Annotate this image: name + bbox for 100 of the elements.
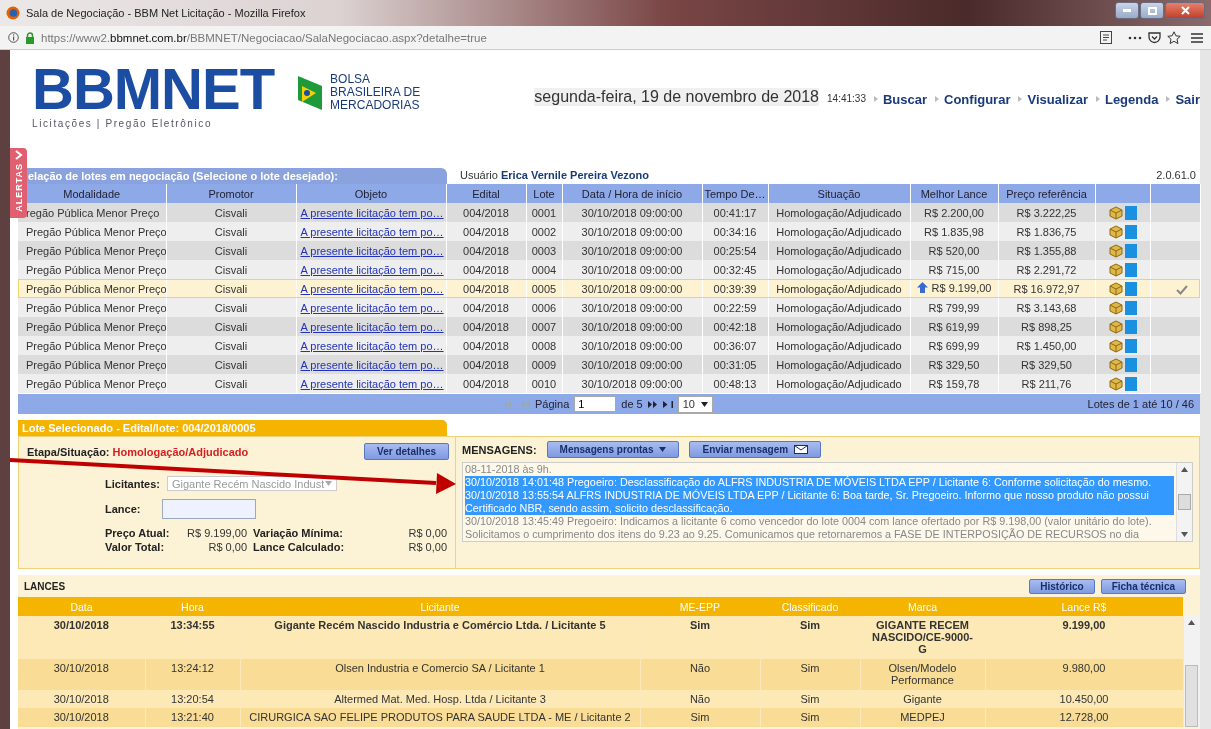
table-cell: 12.728,00	[985, 708, 1183, 727]
cube-icon[interactable]	[1108, 243, 1123, 258]
object-link[interactable]: A presente licitação tem po…	[300, 377, 444, 390]
pocket-icon[interactable]	[1148, 31, 1161, 44]
table-cell: Sim	[760, 708, 860, 727]
scroll-thumb[interactable]	[1185, 665, 1199, 727]
menu-icon[interactable]	[1191, 32, 1203, 43]
object-link[interactable]: A presente licitação tem po…	[300, 301, 444, 314]
user-text: Usuário Erica Vernile Pereira Vezono	[460, 168, 649, 181]
info-icon[interactable]	[8, 32, 19, 43]
cube-icon[interactable]	[1108, 338, 1123, 353]
column-header: Data	[18, 597, 145, 616]
cube-icon[interactable]	[1108, 357, 1123, 372]
table-cell: CIRURGICA SAO FELIPE PRODUTOS PARA SAUDE LTDA - ME / Licitante 2	[240, 708, 640, 727]
tagline: Licitações | Pregão Eletrônico	[32, 118, 214, 129]
column-header: Hora	[145, 597, 240, 616]
object-link[interactable]: A presente licitação tem po…	[300, 263, 444, 276]
messages-label: MENSAGENS:	[462, 443, 537, 456]
next-page-icon[interactable]	[647, 400, 658, 408]
table-cell: Olsen Industria e Comercio SA / Licitante 1	[240, 659, 640, 690]
nav-link[interactable]: Sair	[1166, 91, 1200, 107]
field-value: R$ 0,00	[407, 527, 448, 539]
page-field[interactable]: 1	[574, 396, 617, 412]
square-icon[interactable]	[1124, 281, 1137, 296]
table-cell: 9.980,00	[985, 659, 1183, 690]
column-header: Situação	[768, 184, 910, 203]
chevron-icon	[14, 150, 23, 160]
toolbar-button[interactable]: Ficha técnica	[1100, 578, 1186, 594]
maximize-icon	[1147, 6, 1157, 15]
object-link[interactable]: A presente licitação tem po…	[300, 244, 444, 257]
minimize-button[interactable]	[1115, 2, 1139, 19]
field-label: Variação Mínima:	[252, 527, 344, 539]
column-header: Objeto	[296, 184, 446, 203]
field-label: Licitantes:	[105, 477, 161, 490]
nav-link[interactable]: Configurar	[935, 91, 1011, 107]
page-label: Página	[535, 398, 570, 410]
field-value: R$ 0,00	[207, 541, 248, 553]
scroll-down-icon[interactable]	[1181, 532, 1188, 537]
cube-icon[interactable]	[1108, 224, 1123, 239]
details-button[interactable]: Ver detalhes	[364, 443, 449, 460]
square-icon[interactable]	[1124, 262, 1137, 277]
cube-icon[interactable]	[1108, 300, 1123, 315]
table-cell: R$ 619,99	[928, 320, 980, 333]
column-header: Edital	[446, 184, 526, 203]
toolbar-button[interactable]: Histórico	[1029, 578, 1095, 594]
close-icon	[1180, 6, 1190, 15]
scroll-up-icon[interactable]	[1188, 620, 1196, 625]
square-icon[interactable]	[1124, 357, 1137, 372]
square-icon[interactable]	[1124, 376, 1137, 391]
page-size-select[interactable]: 10	[677, 395, 713, 413]
envelope-icon	[794, 445, 809, 454]
bid-field[interactable]	[162, 499, 256, 519]
column-header: ME-EPP	[640, 597, 760, 616]
cube-icon[interactable]	[1108, 376, 1123, 391]
nav-link[interactable]: Visualizar	[1018, 91, 1088, 107]
close-button[interactable]	[1165, 2, 1205, 19]
square-icon[interactable]	[1124, 300, 1137, 315]
table-cell: 30/10/2018 09:00:00	[562, 374, 702, 393]
more-icon[interactable]	[1128, 35, 1142, 40]
send-message-button[interactable]: Enviar mensagem	[689, 441, 822, 458]
scroll-up-icon[interactable]	[1181, 467, 1188, 472]
square-icon[interactable]	[1124, 205, 1137, 220]
object-link[interactable]: A presente licitação tem po…	[300, 206, 444, 219]
message-text: 08-11-2018 às 9h.	[465, 463, 553, 476]
nav-link[interactable]: Legenda	[1095, 91, 1159, 107]
partner-name-line: BOLSA	[330, 72, 372, 86]
reader-icon[interactable]	[1100, 31, 1112, 44]
table-cell: 004/2018	[446, 374, 526, 393]
message-text: 30/10/2018 14:01:48 Pregoeiro: Desclassificação do ALFRS INDUSTRIA DE MÓVEIS LTDA EPP / Licitante 6: Conforme solicitação do mesmo.	[465, 476, 1174, 489]
object-link[interactable]: A presente licitação tem po…	[300, 358, 444, 371]
table-cell: 30/10/2018	[18, 659, 145, 690]
message-text: 30/10/2018 13:55:54 ALFRS INDUSTRIA DE MÓVEIS LTDA EPP / Licitante 6: Boa tarde, Sr. Pregoeiro. Informo que nosso produto não possui Certificado NBR, sendo assim, solicito desclassificação.	[465, 489, 1174, 515]
cube-icon[interactable]	[1108, 281, 1123, 296]
object-link[interactable]: A presente licitação tem po…	[300, 225, 444, 238]
star-icon[interactable]	[1167, 31, 1181, 44]
version-text: 2.0.61.0	[1156, 168, 1197, 181]
object-link[interactable]: A presente licitação tem po…	[300, 282, 444, 295]
field-label: Lance Calculado:	[252, 541, 346, 553]
section-title: LANCES	[24, 580, 66, 592]
square-icon[interactable]	[1124, 338, 1137, 353]
object-link[interactable]: A presente licitação tem po…	[300, 339, 444, 352]
last-page-icon[interactable]	[662, 400, 673, 408]
ready-messages-button[interactable]: Mensagens prontas	[546, 441, 680, 458]
object-link[interactable]: A presente licitação tem po…	[300, 320, 444, 333]
table-cell: Sim	[760, 659, 860, 690]
cube-icon[interactable]	[1108, 319, 1123, 334]
cube-icon[interactable]	[1108, 262, 1123, 277]
scrollbar[interactable]	[1176, 463, 1192, 541]
nav-link[interactable]: Buscar	[873, 91, 928, 107]
square-icon[interactable]	[1124, 224, 1137, 239]
cube-icon[interactable]	[1108, 205, 1123, 220]
square-icon[interactable]	[1124, 319, 1137, 334]
field-label: Lance:	[105, 503, 142, 515]
field-value: R$ 9.199,00	[186, 527, 248, 539]
caret-icon	[700, 401, 708, 407]
table-cell: 30/10/2018	[18, 708, 145, 727]
table-cell: R$ 1.835,98	[924, 225, 984, 238]
maximize-button[interactable]	[1140, 2, 1164, 19]
square-icon[interactable]	[1124, 243, 1137, 258]
scroll-thumb[interactable]	[1178, 494, 1191, 510]
